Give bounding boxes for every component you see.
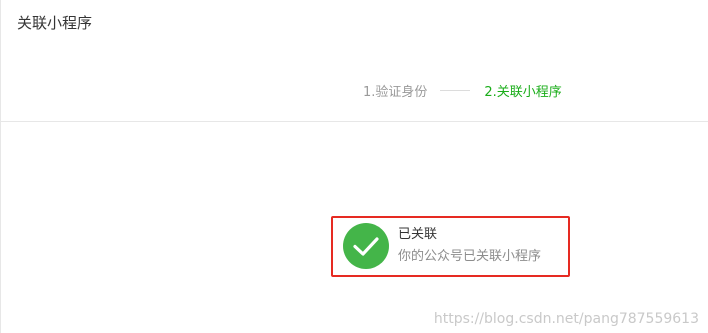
step-link-miniprogram: 2.关联小程序 [484,84,562,100]
step-indicator: 1.验证身份 2.关联小程序 [363,80,562,100]
result-panel: 已关联 你的公众号已关联小程序 [331,216,570,277]
status-title: 已关联 [398,227,438,242]
step-connector [440,89,471,91]
status-description: 你的公众号已关联小程序 [398,249,542,264]
page: 关联小程序 1.验证身份 2.关联小程序 已关联 你的公众号已关联小程序 htt… [0,0,708,333]
check-circle-icon [343,223,389,269]
watermark: https://blog.csdn.net/pang787559613 [433,311,699,327]
page-title: 关联小程序 [17,14,93,32]
step-verify-identity: 1.验证身份 [363,84,428,100]
header-divider [1,121,708,122]
